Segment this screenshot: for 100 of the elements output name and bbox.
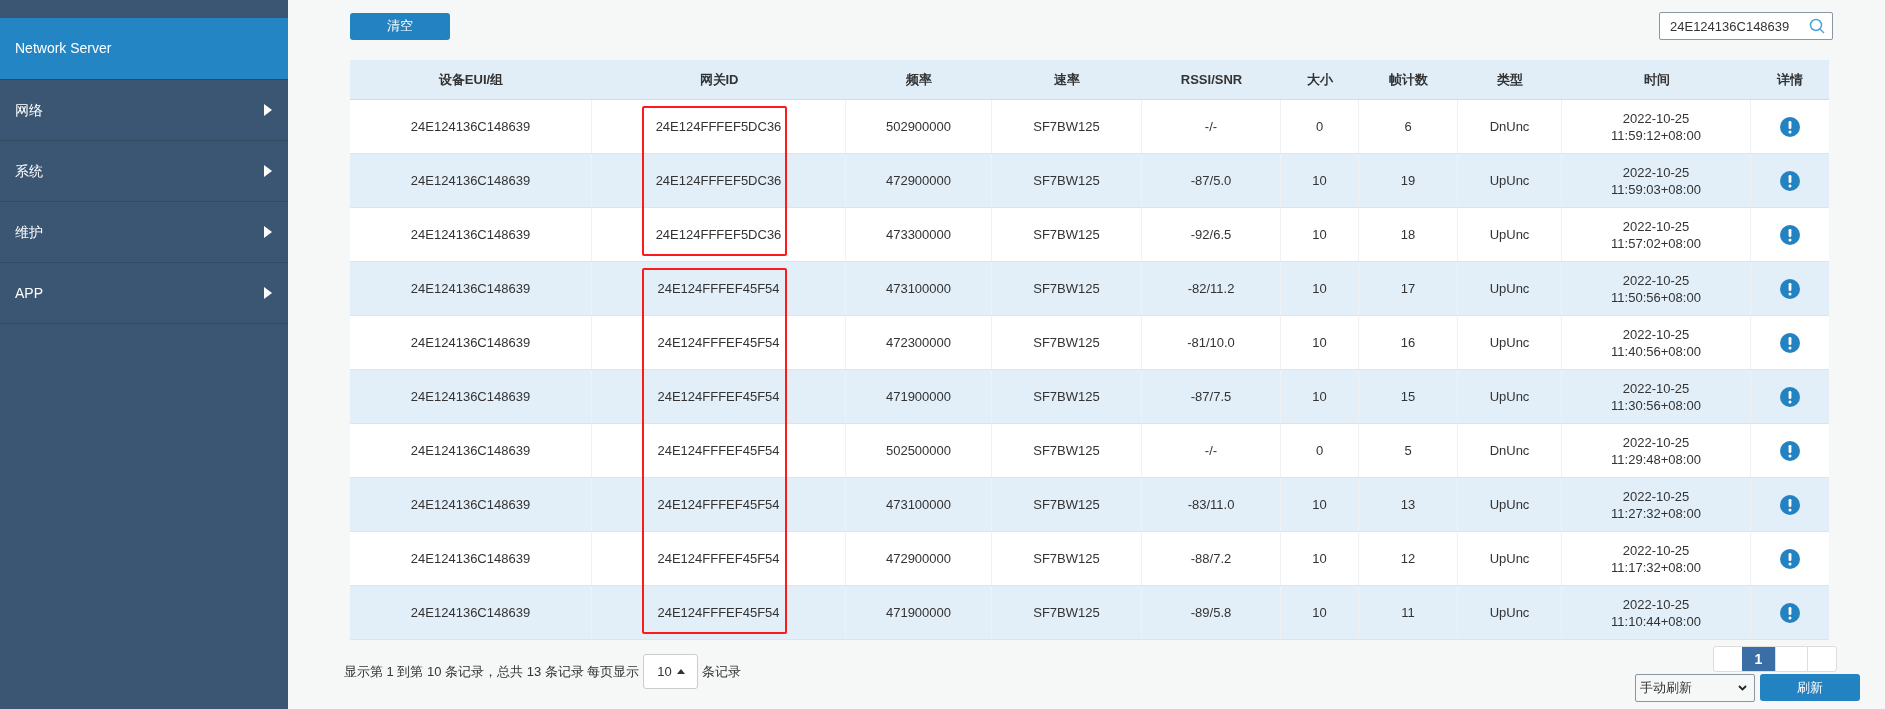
table-cell-text: 0 [1315, 441, 1324, 460]
table-cell-text: 24E124136C148639 [410, 495, 531, 514]
table-cell-text: 472900000 [885, 171, 952, 190]
table-cell-text: 502500000 [885, 441, 952, 460]
table-cell-text: 5 [1404, 441, 1412, 460]
table-cell-text: 473300000 [885, 225, 952, 244]
table-cell-text: 24E124FFFEF45F54 [657, 387, 780, 406]
table-cell-text: UpUnc [1489, 549, 1530, 568]
table-cell-text: 24E124136C148639 [410, 279, 531, 298]
table-cell-text: 24E124136C148639 [410, 171, 531, 190]
table-cell-text: 24E124136C148639 [410, 441, 531, 460]
table-cell-text: 24E124FFFEF5DC36 [655, 171, 782, 190]
table-cell-text: 13 [1400, 495, 1416, 514]
table-cell-text: SF7BW125 [1033, 279, 1100, 298]
table-cell-text: UpUnc [1489, 387, 1530, 406]
table-cell: 2022-10-25 [1622, 541, 1690, 559]
sidebar-item[interactable]: 维护 [0, 202, 288, 263]
table-cell-text: SF7BW125 [1033, 441, 1100, 460]
info-icon[interactable] [1780, 548, 1800, 569]
table-cell-text: SF7BW125 [1033, 171, 1100, 190]
table-cell: 11:27:32+08:00 [1611, 504, 1701, 522]
table-cell-text: -87/5.0 [1190, 171, 1232, 190]
table-cell: 11:40:56+08:00 [1611, 342, 1701, 360]
info-icon[interactable] [1780, 386, 1800, 407]
table-cell: 11:17:32+08:00 [1611, 558, 1701, 576]
sidebar-item[interactable]: APP [0, 263, 288, 324]
page-button[interactable]: 1 [1742, 647, 1775, 671]
table-cell-text: -82/11.2 [1187, 279, 1235, 298]
table-cell-text: 6 [1404, 117, 1412, 136]
table-cell-text: 24E124FFFEF45F54 [657, 333, 780, 352]
table-cell: 2022-10-25 [1622, 487, 1690, 505]
table-cell-text: 24E124136C148639 [410, 603, 531, 622]
clear-button[interactable]: 清空 [350, 12, 450, 40]
table-cell-text: DnUnc [1489, 441, 1530, 460]
column-header: 详情 [1777, 70, 1803, 89]
table-cell: 2022-10-25 [1622, 217, 1690, 235]
search-field[interactable]: 24E124136C148639 [1659, 12, 1833, 40]
column-header: 类型 [1497, 70, 1523, 89]
table-cell-text: -/- [1204, 441, 1218, 460]
table-cell-text: 24E124136C148639 [410, 549, 531, 568]
table-cell-text: 19 [1400, 171, 1416, 190]
table-cell-text: SF7BW125 [1033, 603, 1100, 622]
refresh-button[interactable]: 刷新 [1760, 674, 1860, 701]
table-cell-text: -92/6.5 [1190, 225, 1232, 244]
column-header: 频率 [906, 70, 932, 89]
table-cell: 2022-10-25 [1622, 271, 1690, 289]
table-cell-text: 473100000 [885, 495, 952, 514]
table-cell-text: 472900000 [885, 549, 952, 568]
table-cell-text: 10 [1312, 279, 1327, 298]
info-icon[interactable] [1780, 602, 1800, 623]
info-icon[interactable] [1780, 278, 1800, 299]
table-cell-text: 0 [1315, 117, 1324, 136]
info-icon[interactable] [1780, 116, 1800, 137]
sidebar-item[interactable]: 网络 [0, 80, 288, 141]
table-cell: 2022-10-25 [1622, 325, 1690, 343]
sidebar-item[interactable]: Network Server [0, 18, 288, 80]
table-cell-text: 10 [1312, 225, 1327, 244]
table-cell: 2022-10-25 [1622, 163, 1690, 181]
table-cell-text: 24E124136C148639 [410, 117, 531, 136]
table-cell-text: 10 [1312, 549, 1327, 568]
info-icon[interactable] [1780, 494, 1800, 515]
table-cell-text: 10 [1312, 171, 1327, 190]
table-cell-text: 15 [1400, 387, 1416, 406]
table-cell-text: SF7BW125 [1033, 225, 1100, 244]
table-cell-text: 24E124136C148639 [410, 333, 531, 352]
page-size-dropdown[interactable]: 10 [643, 654, 699, 689]
table-cell-text: 24E124136C148639 [410, 387, 531, 406]
table-cell-text: 473100000 [885, 279, 952, 298]
table-cell-text: -89/5.8 [1190, 603, 1232, 622]
table-cell-text: -83/11.0 [1187, 495, 1235, 514]
table-cell: 11:59:03+08:00 [1611, 180, 1701, 198]
table-cell-text: 16 [1400, 333, 1416, 352]
records-suffix: 条记录 [702, 662, 742, 681]
table-cell: 2022-10-25 [1622, 433, 1690, 451]
info-icon[interactable] [1780, 224, 1800, 245]
refresh-mode-select[interactable]: 手动刷新 [1635, 674, 1755, 702]
column-header: 设备EUI/组 [438, 70, 504, 89]
table-cell-text: 10 [1312, 387, 1327, 406]
table-cell-text: -87/7.5 [1190, 387, 1232, 406]
column-header: 网关ID [699, 70, 739, 89]
table-cell: 2022-10-25 [1622, 595, 1690, 613]
table-cell-text: 502900000 [885, 117, 952, 136]
table-cell-text: SF7BW125 [1033, 495, 1100, 514]
table-cell-text: SF7BW125 [1033, 117, 1100, 136]
records-summary: 显示第 1 到第 10 条记录，总共 13 条记录 每页显示 [344, 662, 640, 681]
info-icon[interactable] [1780, 332, 1800, 353]
column-header: 时间 [1643, 70, 1670, 89]
table-cell-text: UpUnc [1489, 225, 1530, 244]
table-cell: 11:50:56+08:00 [1611, 288, 1701, 306]
info-icon[interactable] [1780, 170, 1800, 191]
table-cell-text: 10 [1312, 333, 1327, 352]
info-icon[interactable] [1780, 440, 1800, 461]
table-cell: 11:30:56+08:00 [1611, 396, 1701, 414]
table-cell-text: 10 [1312, 495, 1327, 514]
table-cell: 11:59:12+08:00 [1611, 126, 1701, 144]
sidebar-item[interactable]: 系统 [0, 141, 288, 202]
table-cell: 11:10:44+08:00 [1611, 612, 1701, 630]
search-icon[interactable] [1809, 18, 1825, 34]
table-cell-text: 11 [1401, 603, 1415, 622]
table-cell-text: SF7BW125 [1033, 549, 1100, 568]
